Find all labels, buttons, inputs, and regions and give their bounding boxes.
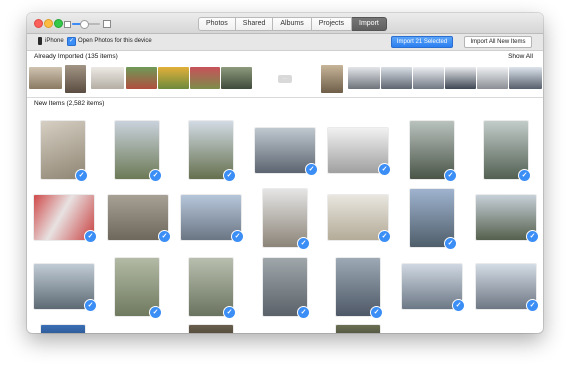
- close-window-button[interactable]: [34, 19, 43, 28]
- already-imported-strip: ···: [27, 65, 543, 95]
- new-item-thumbnail[interactable]: ✓: [402, 264, 465, 312]
- selected-checkmark-icon[interactable]: ✓: [223, 306, 236, 319]
- view-tabs: Photos Shared Albums Projects Import: [198, 17, 387, 31]
- thumbnail-size-slider[interactable]: [64, 19, 111, 29]
- selected-checkmark-icon[interactable]: ✓: [84, 299, 97, 312]
- imported-thumbnail[interactable]: [445, 67, 476, 89]
- new-item-thumbnail[interactable]: ✓: [115, 121, 162, 182]
- imported-thumbnail[interactable]: [126, 67, 157, 89]
- new-item-thumbnail[interactable]: ✓: [189, 258, 236, 319]
- new-item-thumbnail[interactable]: ✓: [328, 128, 391, 176]
- new-item-thumbnail[interactable]: ✓: [41, 121, 88, 182]
- selected-checkmark-icon[interactable]: ✓: [526, 299, 539, 312]
- new-item-thumbnail[interactable]: ✓: [189, 121, 236, 182]
- selected-checkmark-icon[interactable]: ✓: [518, 169, 531, 182]
- new-item-thumbnail[interactable]: [189, 325, 233, 333]
- new-item-thumbnail[interactable]: ✓: [328, 195, 391, 243]
- title-bar: Photos Shared Albums Projects Import: [27, 13, 543, 34]
- tab-photos[interactable]: Photos: [198, 17, 236, 31]
- tab-import[interactable]: Import: [352, 17, 387, 31]
- selected-checkmark-icon[interactable]: ✓: [378, 163, 391, 176]
- show-all-button[interactable]: Show All: [508, 51, 533, 63]
- selected-checkmark-icon[interactable]: ✓: [526, 230, 539, 243]
- new-item-thumbnail[interactable]: ✓: [476, 195, 539, 243]
- new-item-thumbnail[interactable]: [41, 325, 85, 333]
- new-items-label: New Items (2,582 items): [34, 100, 105, 107]
- new-item-thumbnail[interactable]: ✓: [336, 258, 383, 319]
- selected-checkmark-icon[interactable]: ✓: [444, 169, 457, 182]
- selected-checkmark-icon[interactable]: ✓: [444, 237, 457, 250]
- selected-checkmark-icon[interactable]: ✓: [223, 169, 236, 182]
- selected-checkmark-icon[interactable]: ✓: [378, 230, 391, 243]
- iphone-icon: [38, 37, 42, 45]
- new-item-thumbnail[interactable]: ✓: [263, 189, 310, 250]
- new-item-thumbnail[interactable]: ✓: [34, 264, 97, 312]
- tab-shared[interactable]: Shared: [235, 17, 274, 31]
- open-photos-label: Open Photos for this device: [78, 38, 152, 44]
- imported-thumbnail[interactable]: [221, 67, 252, 89]
- selected-checkmark-icon[interactable]: ✓: [370, 306, 383, 319]
- tab-albums[interactable]: Albums: [273, 17, 312, 31]
- new-item-thumbnail[interactable]: ✓: [115, 258, 162, 319]
- small-thumbnail-icon: [64, 21, 71, 28]
- selected-checkmark-icon[interactable]: ✓: [158, 230, 171, 243]
- import-toolbar: iPhone ✓ Open Photos for this device Imp…: [27, 34, 543, 51]
- imported-thumbnail[interactable]: [477, 67, 508, 89]
- new-item-thumbnail[interactable]: ✓: [410, 189, 457, 250]
- imported-thumbnail[interactable]: [348, 67, 380, 89]
- slider-knob[interactable]: [80, 20, 89, 29]
- selected-checkmark-icon[interactable]: ✓: [75, 169, 88, 182]
- selected-checkmark-icon[interactable]: ✓: [231, 230, 244, 243]
- new-item-thumbnail[interactable]: ✓: [263, 258, 310, 319]
- imported-thumbnail[interactable]: [29, 67, 62, 89]
- tab-projects[interactable]: Projects: [311, 17, 353, 31]
- imported-thumbnail[interactable]: [381, 67, 412, 89]
- new-item-thumbnail[interactable]: ✓: [255, 128, 318, 176]
- new-item-thumbnail[interactable]: ✓: [476, 264, 539, 312]
- selected-checkmark-icon[interactable]: ✓: [149, 169, 162, 182]
- selected-checkmark-icon[interactable]: ✓: [305, 163, 318, 176]
- selected-checkmark-icon[interactable]: ✓: [297, 306, 310, 319]
- new-item-thumbnail[interactable]: [336, 325, 380, 333]
- import-all-button[interactable]: Import All New Items: [464, 36, 532, 48]
- fullscreen-window-button[interactable]: [54, 19, 63, 28]
- new-items-header: New Items (2,582 items): [27, 98, 543, 110]
- collapsed-items-indicator[interactable]: ···: [278, 75, 292, 83]
- selected-checkmark-icon[interactable]: ✓: [84, 230, 97, 243]
- imported-thumbnail[interactable]: [158, 67, 189, 89]
- imported-thumbnail[interactable]: [413, 67, 444, 89]
- selected-checkmark-icon[interactable]: ✓: [452, 299, 465, 312]
- photos-window: Photos Shared Albums Projects Import iPh…: [27, 13, 543, 333]
- imported-thumbnail[interactable]: [321, 65, 343, 93]
- imported-thumbnail[interactable]: [91, 67, 124, 89]
- new-item-thumbnail[interactable]: ✓: [181, 195, 244, 243]
- imported-thumbnail[interactable]: [65, 65, 86, 93]
- new-item-thumbnail[interactable]: ✓: [108, 195, 171, 243]
- new-item-thumbnail[interactable]: ✓: [484, 121, 531, 182]
- device-name: iPhone: [45, 38, 64, 44]
- large-thumbnail-icon: [103, 20, 111, 28]
- import-selected-button[interactable]: Import 21 Selected: [391, 36, 453, 48]
- already-imported-label: Already Imported (135 items): [34, 53, 118, 60]
- selected-checkmark-icon[interactable]: ✓: [297, 237, 310, 250]
- open-photos-checkbox[interactable]: ✓: [67, 37, 76, 46]
- new-items-grid: ✓ ✓ ✓ ✓ ✓ ✓ ✓ ✓ ✓ ✓ ✓ ✓ ✓ ✓ ✓ ✓ ✓ ✓ ✓ ✓ …: [27, 113, 543, 333]
- imported-thumbnail[interactable]: [509, 67, 542, 89]
- new-item-thumbnail[interactable]: ✓: [34, 195, 97, 243]
- imported-thumbnail[interactable]: [190, 67, 220, 89]
- new-item-thumbnail[interactable]: ✓: [410, 121, 457, 182]
- selected-checkmark-icon[interactable]: ✓: [149, 306, 162, 319]
- minimize-window-button[interactable]: [44, 19, 53, 28]
- already-imported-header: Already Imported (135 items) Show All: [27, 51, 543, 63]
